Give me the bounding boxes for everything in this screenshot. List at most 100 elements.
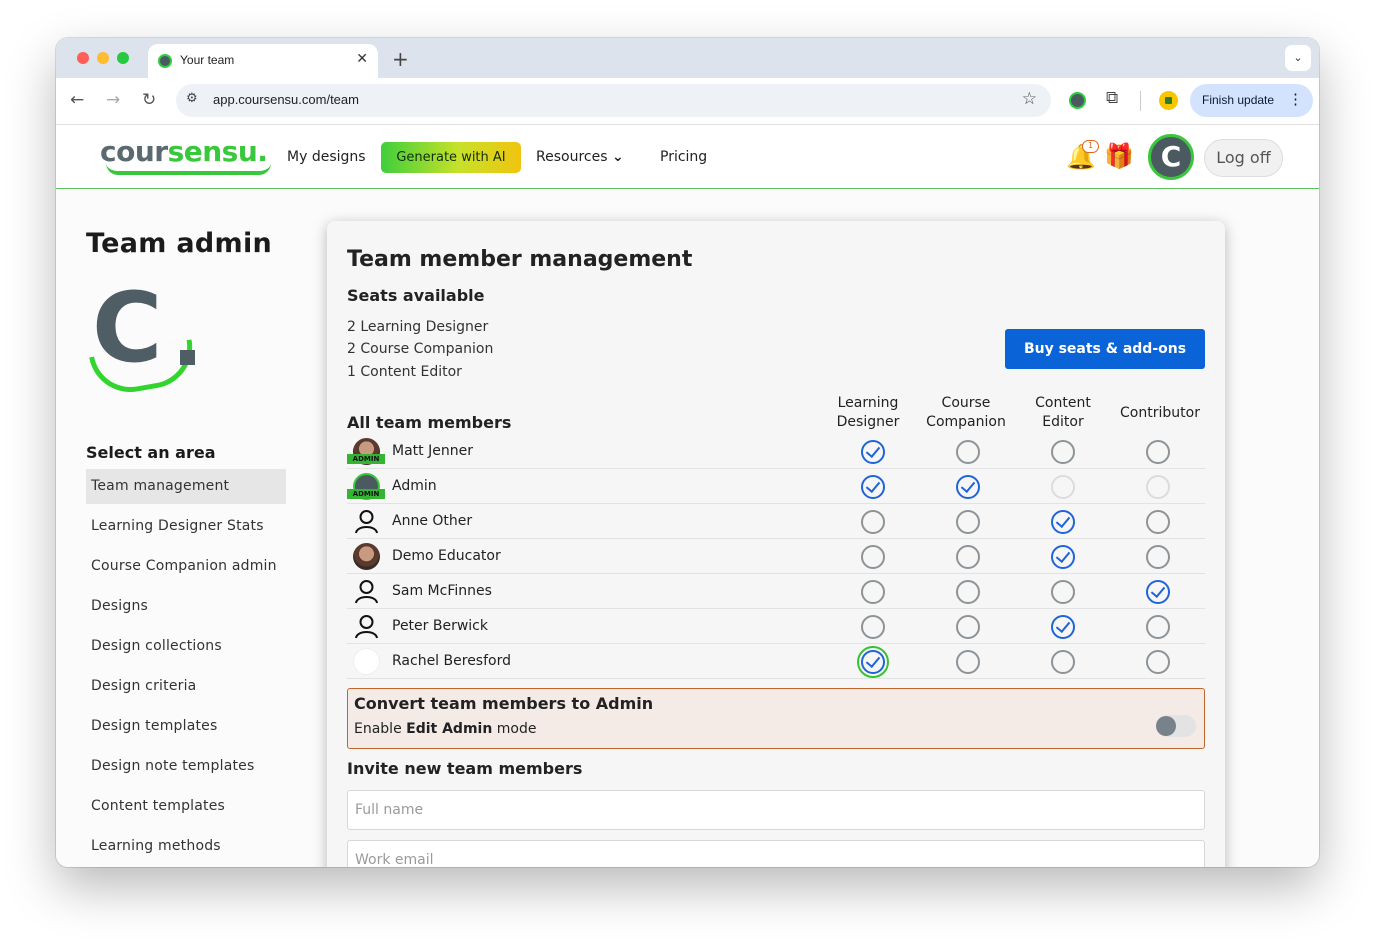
learning-designer-role-checkbox[interactable] [861, 440, 885, 464]
tab-search-button[interactable]: ⌄ [1285, 45, 1311, 71]
user-outline-icon [353, 578, 380, 605]
sidebar-item-design-criteria[interactable]: Design criteria [86, 669, 286, 709]
sidebar-item-design-collections[interactable]: Design collections [86, 629, 286, 669]
learning-designer-role-checkbox[interactable] [861, 580, 885, 604]
contributor-role-checkbox[interactable] [1146, 440, 1170, 464]
column-header-line: Content [1035, 395, 1091, 411]
toolbar-divider [1140, 91, 1141, 111]
site-info-icon[interactable]: ⚙ [186, 91, 198, 106]
work-email-input[interactable] [347, 840, 1205, 867]
contributor-role-checkbox[interactable] [1146, 580, 1170, 604]
reload-icon[interactable]: ↻ [142, 90, 156, 110]
notification-count-badge: 1 [1082, 140, 1099, 153]
profile-extension-icon[interactable] [1159, 91, 1178, 110]
user-outline-icon [353, 508, 380, 535]
learning-designer-role-checkbox[interactable] [861, 615, 885, 639]
team-logo: C [89, 280, 202, 399]
sidebar-item-learning-designer-stats[interactable]: Learning Designer Stats [86, 509, 286, 549]
sidebar-item-learning-methods[interactable]: Learning methods [86, 829, 286, 867]
member-name: Sam McFinnes [392, 583, 492, 599]
browser-tab[interactable]: Your team ✕ [148, 44, 378, 78]
content-editor-role-checkbox[interactable] [1051, 440, 1075, 464]
member-name: Admin [392, 478, 437, 494]
edit-admin-description: Enable Edit Admin mode [354, 721, 536, 737]
tab-strip: Your team ✕ + ⌄ [56, 38, 1319, 78]
user-avatar[interactable]: C [1148, 134, 1194, 180]
close-tab-icon[interactable]: ✕ [356, 51, 368, 67]
member-name: Matt Jenner [392, 443, 473, 459]
sidebar-item-designs[interactable]: Designs [86, 589, 286, 629]
nav-my-designs[interactable]: My designs [287, 149, 366, 165]
member-row: ADMIN Admin [347, 469, 1205, 504]
course-companion-role-checkbox[interactable] [956, 440, 980, 464]
column-header-line: Learning [837, 395, 899, 411]
buy-seats-button[interactable]: Buy seats & add-ons [1005, 329, 1205, 369]
address-bar[interactable]: ⚙ app.coursensu.com/team ☆ [176, 84, 1051, 117]
member-blank-avatar [353, 648, 380, 675]
course-companion-role-checkbox[interactable] [956, 545, 980, 569]
maximize-window-button[interactable] [117, 52, 129, 64]
content-editor-role-checkbox[interactable] [1051, 545, 1075, 569]
member-row: Rachel Beresford [347, 644, 1205, 679]
contributor-role-checkbox[interactable] [1146, 545, 1170, 569]
sidebar-item-design-templates[interactable]: Design templates [86, 709, 286, 749]
course-companion-role-checkbox[interactable] [956, 615, 980, 639]
minimize-window-button[interactable] [97, 52, 109, 64]
nav-pricing[interactable]: Pricing [660, 149, 707, 165]
all-members-heading: All team members [347, 413, 512, 432]
coursensu-extension-icon[interactable] [1069, 92, 1086, 109]
content-editor-role-checkbox[interactable] [1051, 580, 1075, 604]
sidebar-item-design-note-templates[interactable]: Design note templates [86, 749, 286, 789]
course-companion-role-checkbox[interactable] [956, 475, 980, 499]
close-window-button[interactable] [77, 52, 89, 64]
column-header-content-editor: Content Editor [1013, 394, 1113, 432]
member-row: Anne Other [347, 504, 1205, 539]
seats-heading: Seats available [347, 286, 485, 305]
url-text[interactable]: app.coursensu.com/team [213, 92, 359, 107]
member-name: Peter Berwick [392, 618, 488, 634]
course-companion-role-checkbox[interactable] [956, 580, 980, 604]
bookmark-star-icon[interactable]: ☆ [1022, 89, 1037, 109]
member-photo-avatar [353, 543, 380, 570]
learning-designer-role-checkbox[interactable] [857, 646, 889, 678]
content-editor-role-checkbox[interactable] [1051, 650, 1075, 674]
back-icon[interactable]: ← [70, 90, 84, 110]
admin-badge: ADMIN [347, 489, 385, 499]
browser-menu-icon[interactable]: ⋮ [1288, 90, 1303, 108]
nav-resources-label: Resources [536, 149, 608, 165]
column-header-line: Course [941, 395, 991, 411]
member-row: Peter Berwick [347, 609, 1205, 644]
seat-count-content-editor: 1 Content Editor [347, 364, 462, 380]
gift-icon[interactable]: 🎁 [1104, 142, 1134, 170]
course-companion-role-checkbox[interactable] [956, 650, 980, 674]
course-companion-role-checkbox[interactable] [956, 510, 980, 534]
member-row: Demo Educator [347, 539, 1205, 574]
convert-admin-heading: Convert team members to Admin [354, 694, 654, 713]
edit-admin-toggle[interactable] [1156, 715, 1196, 737]
page-content: Team admin C Select an area Team managem… [56, 190, 1319, 867]
finish-update-button[interactable]: Finish update ⋮ [1190, 84, 1313, 117]
contributor-role-checkbox[interactable] [1146, 510, 1170, 534]
learning-designer-role-checkbox[interactable] [861, 475, 885, 499]
generate-with-ai-button[interactable]: Generate with AI [381, 142, 521, 173]
nav-resources[interactable]: Resources ⌄ [536, 149, 624, 165]
extensions-puzzle-icon[interactable]: ⧉ [1106, 88, 1118, 108]
toggle-knob [1156, 716, 1176, 736]
log-off-button[interactable]: Log off [1204, 139, 1283, 177]
new-tab-button[interactable]: + [392, 47, 409, 71]
user-outline-icon [353, 613, 380, 640]
member-name: Anne Other [392, 513, 473, 529]
sidebar-item-content-templates[interactable]: Content templates [86, 789, 286, 829]
sidebar-item-course-companion-admin[interactable]: Course Companion admin [86, 549, 286, 589]
content-editor-role-checkbox[interactable] [1051, 615, 1075, 639]
forward-icon[interactable]: → [106, 90, 120, 110]
learning-designer-role-checkbox[interactable] [861, 510, 885, 534]
learning-designer-role-checkbox[interactable] [861, 545, 885, 569]
contributor-role-checkbox[interactable] [1146, 650, 1170, 674]
member-name: Demo Educator [392, 548, 501, 564]
contributor-role-checkbox[interactable] [1146, 615, 1170, 639]
sidebar-item-team-management[interactable]: Team management [86, 469, 286, 504]
convert-admin-panel: Convert team members to Admin Enable Edi… [347, 688, 1205, 749]
full-name-input[interactable] [347, 790, 1205, 830]
content-editor-role-checkbox[interactable] [1051, 510, 1075, 534]
